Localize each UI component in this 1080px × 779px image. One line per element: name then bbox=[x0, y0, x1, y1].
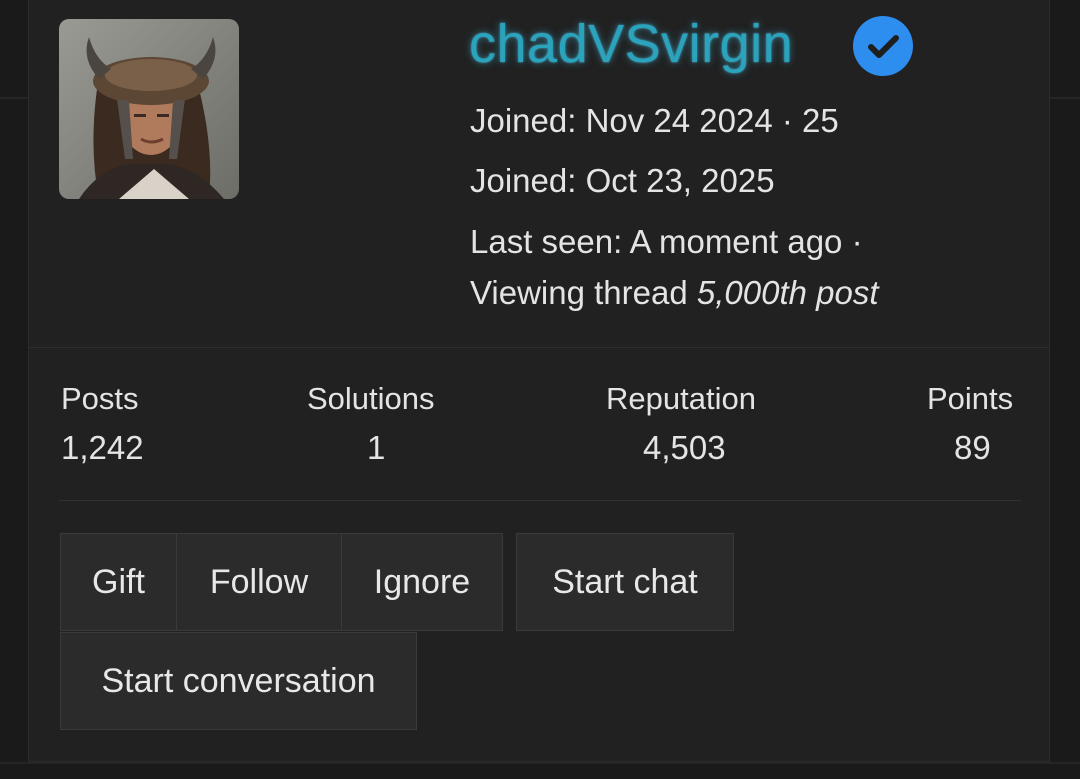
stat-posts-label: Posts bbox=[61, 381, 139, 416]
gift-button[interactable]: Gift bbox=[60, 533, 177, 631]
username[interactable]: chadVSvirgin bbox=[469, 9, 793, 79]
stat-reputation-label: Reputation bbox=[606, 381, 756, 416]
stat-solutions-label: Solutions bbox=[307, 381, 435, 416]
stats-divider bbox=[59, 500, 1021, 501]
follow-button[interactable]: Follow bbox=[176, 533, 342, 631]
background-divider bbox=[0, 762, 1080, 764]
stat-reputation-value[interactable]: 4,503 bbox=[643, 428, 726, 468]
ignore-button[interactable]: Ignore bbox=[341, 533, 503, 631]
viewing-thread-link[interactable]: 5,000th post bbox=[697, 274, 879, 311]
last-seen-info: Last seen: A moment ago · bbox=[470, 223, 863, 260]
start-conversation-button[interactable]: Start conversation bbox=[60, 632, 417, 730]
joined-info-1: Joined: Nov 24 2024 · 25 bbox=[470, 102, 839, 139]
verified-check-badge-icon bbox=[852, 15, 914, 77]
member-profile-card: chadVSvirgin Joined: Nov 24 2024 · 25 Jo… bbox=[28, 0, 1050, 762]
section-divider bbox=[29, 347, 1049, 348]
avatar[interactable] bbox=[59, 19, 239, 199]
stat-solutions-value[interactable]: 1 bbox=[367, 428, 385, 468]
avatar-photo bbox=[59, 19, 239, 199]
current-activity: Viewing thread 5,000th post bbox=[470, 273, 879, 313]
start-chat-button[interactable]: Start chat bbox=[516, 533, 734, 631]
stat-points-value[interactable]: 89 bbox=[954, 428, 991, 468]
stat-points-label: Points bbox=[927, 381, 1014, 416]
joined-info-2: Joined: Oct 23, 2025 bbox=[470, 162, 775, 199]
viewing-prefix: Viewing thread bbox=[470, 274, 697, 311]
stat-posts-value[interactable]: 1,242 bbox=[61, 428, 144, 468]
